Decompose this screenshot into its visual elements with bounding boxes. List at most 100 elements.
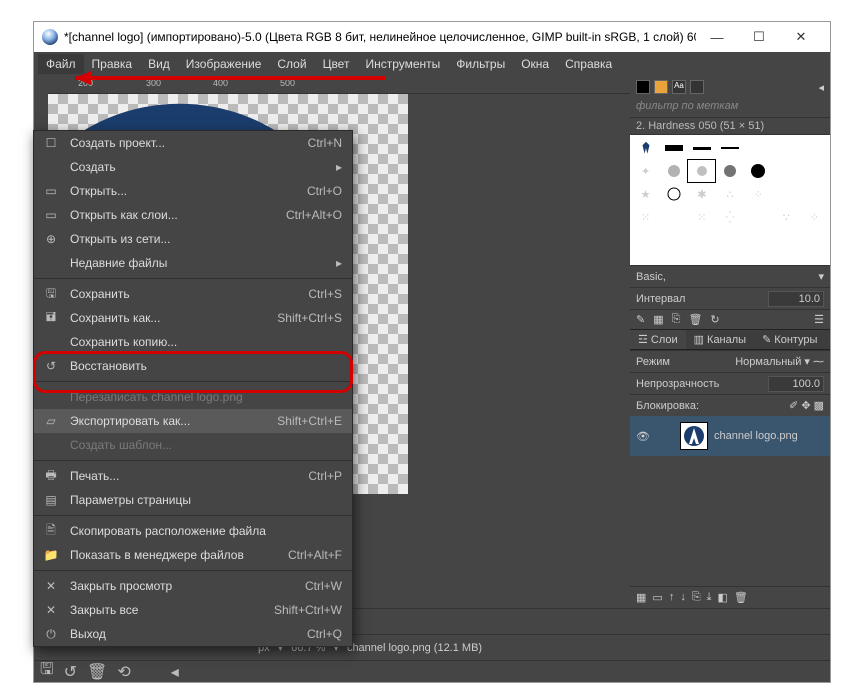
delete-layer-icon[interactable]: 🗑	[734, 591, 748, 604]
menu-item[interactable]: ✕Закрыть всеShift+Ctrl+W	[34, 598, 352, 622]
raise-layer-icon[interactable]: ↑	[669, 591, 675, 604]
menu-item-label: Восстановить	[70, 359, 342, 373]
menu-item-shortcut: Ctrl+P	[308, 469, 342, 483]
menu-item-label: Закрыть просмотр	[70, 579, 305, 593]
menu-item[interactable]: 🖹Скопировать расположение файла	[34, 519, 352, 543]
menu-item[interactable]: ✕ Закрыть просмотрCtrl+W	[34, 574, 352, 598]
mode-select[interactable]: Нормальный	[735, 356, 801, 368]
tab-icon[interactable]	[636, 80, 650, 94]
tab-layers[interactable]: ☲ Слои	[630, 330, 686, 349]
left-arrow-icon[interactable]: ◂	[171, 662, 179, 682]
brush-panel-tabs: Aa ◂	[630, 76, 830, 98]
opacity-input[interactable]	[768, 376, 824, 392]
menu-item[interactable]: 🖫СохранитьCtrl+S	[34, 282, 352, 306]
lock-label: Блокировка:	[636, 400, 789, 412]
visibility-icon[interactable]: 👁	[636, 430, 650, 443]
menu-item-icon: ⊕	[42, 232, 60, 246]
save-icon[interactable]: 🖫	[40, 658, 54, 685]
menu-item[interactable]: Недавние файлы▸	[34, 251, 352, 275]
menu-item[interactable]: Сохранить копию...	[34, 330, 352, 354]
layer-name: channel logo.png	[714, 430, 798, 442]
menu-item[interactable]: ⊕Открыть из сети...	[34, 227, 352, 251]
menu-item-shortcut: Shift+Ctrl+W	[274, 603, 342, 617]
menu-item-label: Сохранить	[70, 287, 308, 301]
merge-down-icon[interactable]: ⤓	[707, 591, 712, 604]
menu-item-icon: 📁	[42, 548, 60, 562]
ruler-mark: 300	[146, 78, 161, 88]
menu-item-label: Перезаписать channel logo.png	[70, 390, 342, 404]
menu-item-label: Печать...	[70, 469, 308, 483]
tab-channels[interactable]: ▥ Каналы	[686, 330, 754, 349]
gimp-window: *[channel logo] (импортировано)-5.0 (Цве…	[33, 21, 831, 683]
menu-item[interactable]: Создать▸	[34, 155, 352, 179]
menu-item[interactable]: ⏻ВыходCtrl+Q	[34, 622, 352, 646]
delete-icon[interactable]: 🗑	[87, 662, 107, 682]
menu-item-shortcut: Shift+Ctrl+S	[277, 311, 342, 325]
menu-edit[interactable]: Правка	[84, 54, 141, 74]
menu-item[interactable]: ▱Экспортировать как...Shift+Ctrl+E	[34, 409, 352, 433]
menu-item-icon: ✕	[42, 579, 60, 593]
interval-input[interactable]	[768, 291, 824, 307]
brush-preset[interactable]: Basic,▾	[630, 265, 830, 287]
app-icon	[42, 29, 58, 45]
menu-image[interactable]: Изображение	[178, 54, 270, 74]
delete-icon[interactable]: 🗑	[688, 313, 702, 326]
menu-item[interactable]: 🖬Сохранить как...Shift+Ctrl+S	[34, 306, 352, 330]
menu-item-icon: ▤	[42, 493, 60, 507]
menu-color[interactable]: Цвет	[315, 54, 358, 74]
reset-icon[interactable]: ⟲	[117, 662, 130, 682]
tab-icon[interactable]	[690, 80, 704, 94]
menu-view[interactable]: Вид	[140, 54, 178, 74]
menu-item[interactable]: 📁Показать в менеджере файловCtrl+Alt+F	[34, 543, 352, 567]
mask-icon[interactable]: ◧	[718, 591, 728, 604]
tab-icon[interactable]	[654, 80, 668, 94]
tab-icon[interactable]: Aa	[672, 80, 686, 94]
layers-action-icons: ▦ ▭ ↑ ↓ ⎘ ⤓ ◧ 🗑	[630, 586, 830, 608]
menu-item-shortcut: Ctrl+W	[305, 579, 342, 593]
menu-item[interactable]: ☐Создать проект...Ctrl+N	[34, 131, 352, 155]
tab-paths[interactable]: ✎ Контуры	[754, 330, 825, 349]
lock-position-icon[interactable]: ✥	[801, 399, 810, 412]
close-button[interactable]: ✕	[780, 23, 822, 51]
menu-file[interactable]: Файл	[38, 54, 84, 74]
menu-item-shortcut: Shift+Ctrl+E	[277, 414, 342, 428]
menu-help[interactable]: Справка	[557, 54, 620, 74]
minimize-button[interactable]: —	[696, 23, 738, 51]
menu-tools[interactable]: Инструменты	[357, 54, 448, 74]
menu-item-label: Открыть...	[70, 184, 307, 198]
menu-layer[interactable]: Слой	[269, 54, 314, 74]
menu-item[interactable]: ▤Параметры страницы	[34, 488, 352, 512]
lock-pixels-icon[interactable]: ✐	[789, 399, 798, 412]
new-layer-icon[interactable]: ▦	[636, 591, 646, 604]
lower-layer-icon[interactable]: ↓	[680, 591, 686, 604]
menu-windows[interactable]: Окна	[513, 54, 557, 74]
menu-item[interactable]: 🖶Печать...Ctrl+P	[34, 464, 352, 488]
edit-icon[interactable]: ✎	[636, 313, 645, 326]
brush-filter[interactable]: фильтр по меткам	[630, 98, 830, 118]
brush-grid[interactable]: ✦ ★ ✱ ∴ ⁘ ⁙⁙⁛ ∵⁘	[630, 135, 830, 265]
submenu-arrow-icon: ▸	[336, 256, 342, 270]
new-icon[interactable]: ▦	[653, 313, 663, 326]
workarea: 200 300 400 500	[34, 76, 830, 608]
menu-item[interactable]: ▭Открыть...Ctrl+O	[34, 179, 352, 203]
layer-group-icon[interactable]: ▭	[652, 591, 662, 604]
right-panel: Aa ◂ фильтр по меткам 2. Hardness 050 (5…	[630, 76, 830, 608]
refresh-icon[interactable]: ↻	[710, 313, 719, 326]
menu-item[interactable]: ▭Открыть как слои...Ctrl+Alt+O	[34, 203, 352, 227]
menu-filters[interactable]: Фильтры	[448, 54, 513, 74]
menu-item[interactable]: ↺Восстановить	[34, 354, 352, 378]
menu-item-label: Экспортировать как...	[70, 414, 277, 428]
menu-item-icon: 🖬	[42, 308, 60, 329]
layer-item[interactable]: 👁 channel logo.png	[630, 416, 830, 456]
menu-item-shortcut: Ctrl+S	[308, 287, 342, 301]
menu-item-shortcut: Ctrl+N	[308, 136, 342, 150]
restore-icon[interactable]: ↺	[64, 662, 77, 682]
ruler-mark: 400	[213, 78, 228, 88]
maximize-button[interactable]: ☐	[738, 23, 780, 51]
menu-icon[interactable]: ☰	[814, 313, 824, 326]
menu-item-icon: ▭	[42, 184, 60, 198]
duplicate-layer-icon[interactable]: ⎘	[692, 591, 701, 604]
panel-menu-icon[interactable]: ◂	[818, 81, 824, 94]
lock-alpha-icon[interactable]: ▩	[814, 399, 824, 412]
duplicate-icon[interactable]: ⎘	[672, 313, 681, 326]
